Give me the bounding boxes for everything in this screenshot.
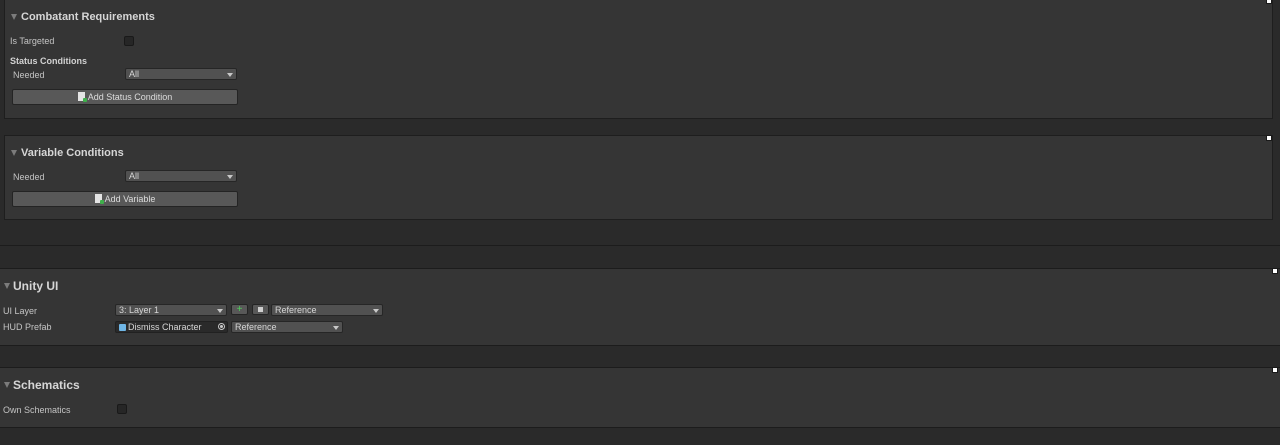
separator-line (0, 245, 1280, 246)
object-picker-icon[interactable] (218, 323, 225, 330)
unity-ui-resize-handle-icon[interactable] (1272, 268, 1278, 274)
variable-needed-label: Needed (13, 172, 45, 182)
variable-conditions-title[interactable]: Variable Conditions (21, 147, 124, 159)
add-layer-button[interactable]: + (231, 304, 248, 315)
chevron-down-icon (373, 309, 379, 313)
add-document-icon (77, 92, 87, 102)
hud-prefab-value: Dismiss Character (128, 322, 202, 332)
is-targeted-checkbox[interactable] (124, 36, 134, 46)
variable-resize-handle-icon[interactable] (1266, 135, 1272, 141)
add-document-icon (94, 194, 104, 204)
ui-layer-reference-dropdown[interactable]: Reference (271, 304, 383, 316)
is-targeted-label: Is Targeted (10, 36, 55, 46)
schematics-panel (0, 367, 1280, 428)
status-needed-value: All (129, 69, 140, 79)
combatant-resize-handle-icon[interactable] (1266, 0, 1272, 4)
combatant-foldout-icon[interactable] (11, 14, 17, 20)
hud-prefab-field[interactable]: Dismiss Character (115, 321, 228, 333)
add-variable-button[interactable]: Add Variable (12, 191, 238, 207)
unity-ui-foldout-icon[interactable] (4, 283, 10, 289)
chevron-down-icon (333, 326, 339, 330)
ui-layer-dropdown[interactable]: 3: Layer 1 (115, 304, 227, 316)
variable-foldout-icon[interactable] (11, 150, 17, 156)
combatant-requirements-title[interactable]: Combatant Requirements (21, 11, 155, 23)
variable-needed-value: All (129, 171, 140, 181)
chevron-down-icon (227, 73, 233, 77)
status-needed-label: Needed (13, 70, 45, 80)
ui-layer-label: UI Layer (3, 306, 38, 316)
ui-layer-reference-value: Reference (275, 305, 317, 315)
variable-needed-dropdown[interactable]: All (125, 170, 237, 182)
schematics-resize-handle-icon[interactable] (1272, 367, 1278, 373)
add-status-condition-label: Add Status Condition (87, 92, 173, 102)
add-variable-label: Add Variable (104, 194, 156, 204)
status-conditions-title: Status Conditions (10, 56, 87, 66)
chevron-down-icon (217, 309, 223, 313)
hud-prefab-reference-dropdown[interactable]: Reference (231, 321, 343, 333)
schematics-title[interactable]: Schematics (13, 378, 80, 392)
own-schematics-label: Own Schematics (3, 405, 71, 415)
remove-layer-button[interactable] (252, 304, 269, 315)
unity-ui-title[interactable]: Unity UI (13, 279, 58, 293)
ui-layer-value: 3: Layer 1 (119, 305, 160, 315)
status-needed-dropdown[interactable]: All (125, 68, 237, 80)
add-status-condition-button[interactable]: Add Status Condition (12, 89, 238, 105)
hud-prefab-label: HUD Prefab (3, 322, 52, 332)
hud-prefab-reference-value: Reference (235, 322, 277, 332)
prefab-cube-icon (119, 324, 126, 331)
square-icon (258, 307, 263, 312)
own-schematics-checkbox[interactable] (117, 404, 127, 414)
chevron-down-icon (227, 175, 233, 179)
schematics-foldout-icon[interactable] (4, 382, 10, 388)
